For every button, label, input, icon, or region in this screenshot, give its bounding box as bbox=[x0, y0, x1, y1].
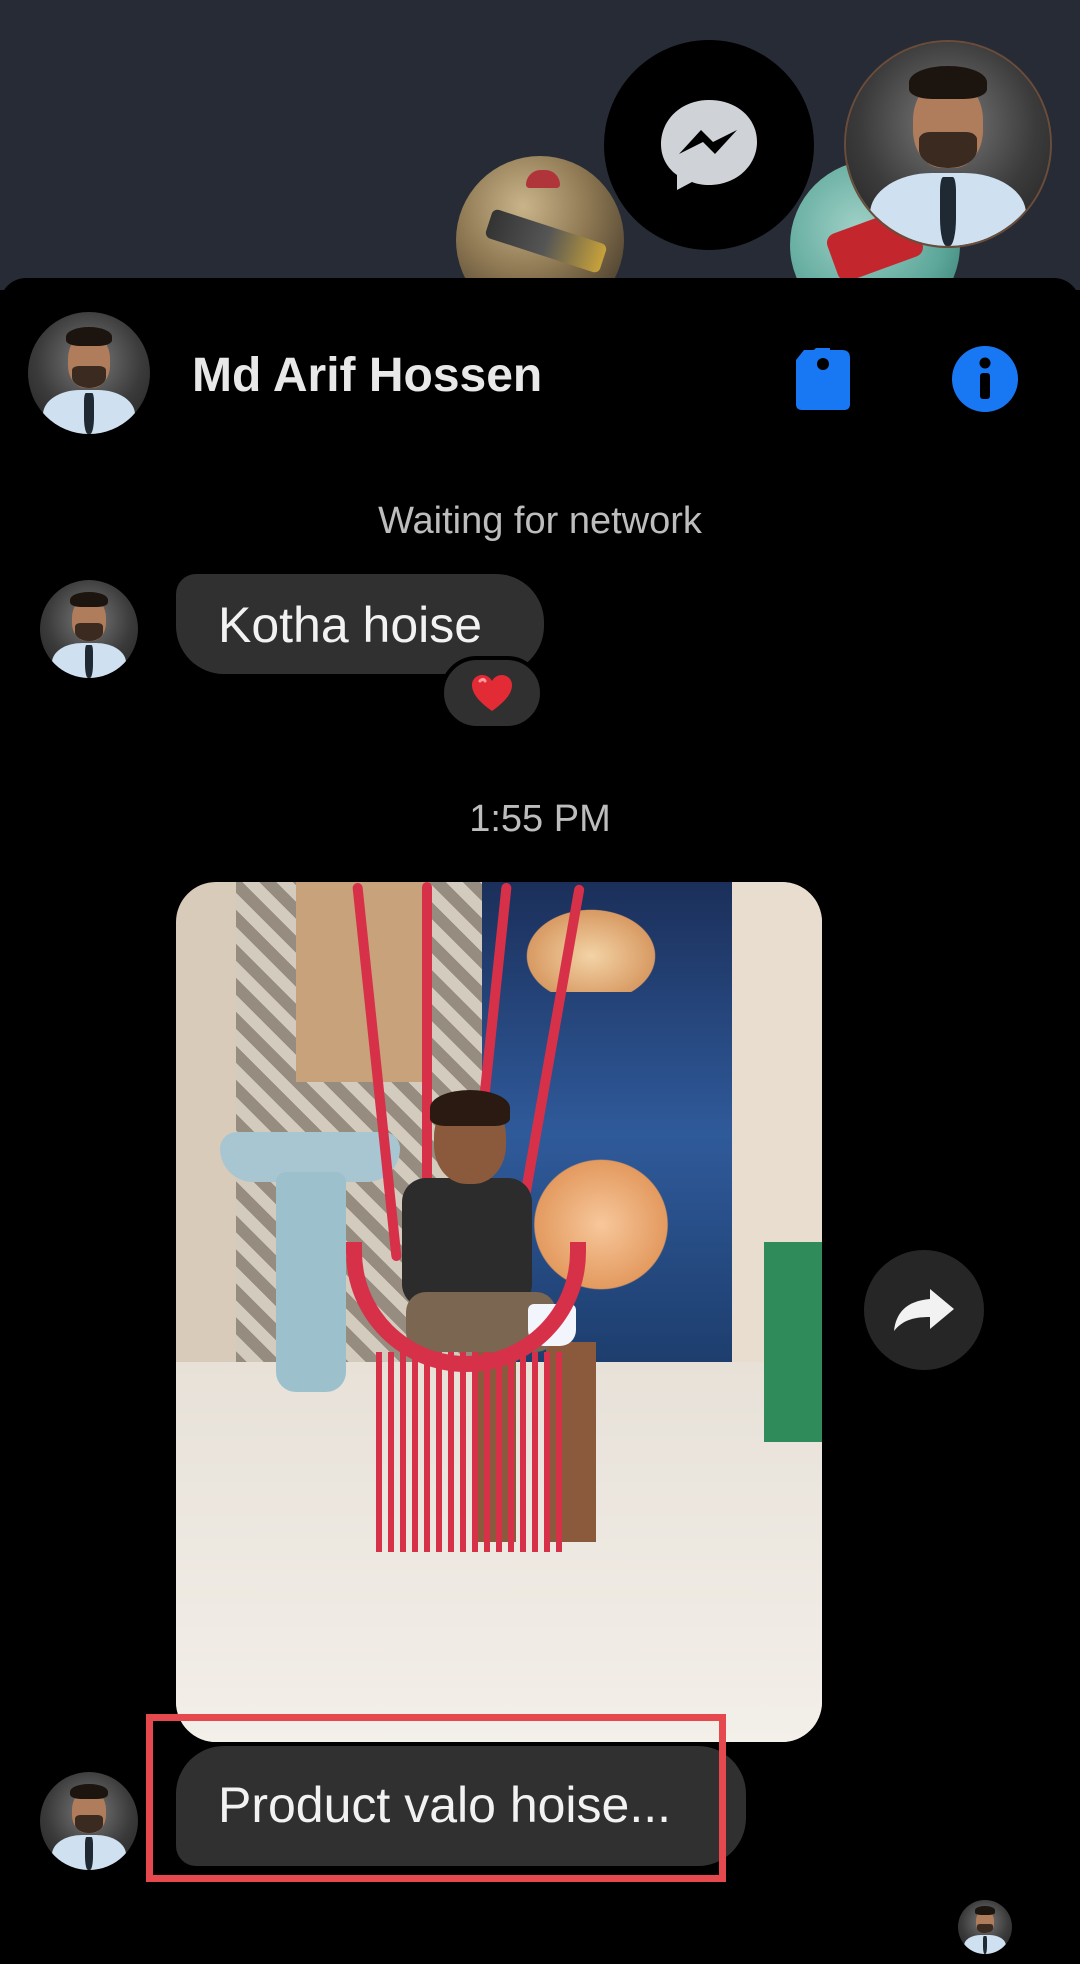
photo-swing-fringe bbox=[376, 1352, 566, 1552]
tag-icon[interactable] bbox=[790, 344, 856, 414]
heart-icon bbox=[472, 675, 512, 711]
heart-reaction[interactable] bbox=[440, 656, 544, 730]
avatar-hair bbox=[70, 591, 108, 608]
avatar-beard bbox=[75, 623, 103, 641]
contact-chat-head[interactable] bbox=[844, 40, 1052, 248]
share-icon bbox=[894, 1289, 954, 1331]
photo-pedestal bbox=[276, 1172, 346, 1392]
avatar-tie bbox=[84, 392, 94, 434]
message-avatar[interactable] bbox=[40, 580, 138, 678]
avatar-beard bbox=[75, 1815, 103, 1833]
gun-shape bbox=[484, 208, 608, 274]
avatar-beard bbox=[71, 365, 107, 388]
contact-name[interactable]: Md Arif Hossen bbox=[192, 348, 542, 403]
message-timestamp: 1:55 PM bbox=[469, 798, 611, 840]
avatar-beard bbox=[919, 131, 977, 169]
info-icon[interactable] bbox=[950, 344, 1020, 414]
highlight-box bbox=[146, 1714, 726, 1882]
photo-child-hair bbox=[430, 1090, 510, 1126]
avatar-tie bbox=[982, 1935, 988, 1954]
network-status: Waiting for network bbox=[378, 500, 702, 542]
avatar-hair bbox=[65, 326, 113, 347]
chat-header: Md Arif Hossen bbox=[0, 278, 1080, 468]
avatar-beard bbox=[977, 1923, 993, 1934]
photo-shelf bbox=[764, 1242, 822, 1442]
parachute-shape bbox=[526, 170, 560, 188]
contact-avatar[interactable] bbox=[28, 312, 150, 434]
messenger-icon bbox=[661, 100, 757, 190]
messenger-screen: Md Arif Hossen Waiting for network Kotha… bbox=[0, 0, 1080, 1964]
message-avatar[interactable] bbox=[40, 1772, 138, 1870]
avatar-tie bbox=[85, 644, 93, 678]
messenger-chat-head[interactable] bbox=[604, 40, 814, 250]
photo-message[interactable] bbox=[176, 882, 822, 1742]
avatar-tie bbox=[939, 176, 957, 246]
avatar-hair bbox=[70, 1783, 108, 1800]
avatar-hair bbox=[974, 1906, 996, 1916]
avatar-tie bbox=[85, 1836, 93, 1870]
avatar bbox=[846, 42, 1050, 246]
avatar-hair bbox=[909, 66, 987, 100]
chat-panel: Md Arif Hossen Waiting for network Kotha… bbox=[0, 278, 1080, 1964]
photo-flower bbox=[516, 902, 666, 992]
seen-receipt-avatar bbox=[958, 1900, 1012, 1954]
share-button[interactable] bbox=[864, 1250, 984, 1370]
